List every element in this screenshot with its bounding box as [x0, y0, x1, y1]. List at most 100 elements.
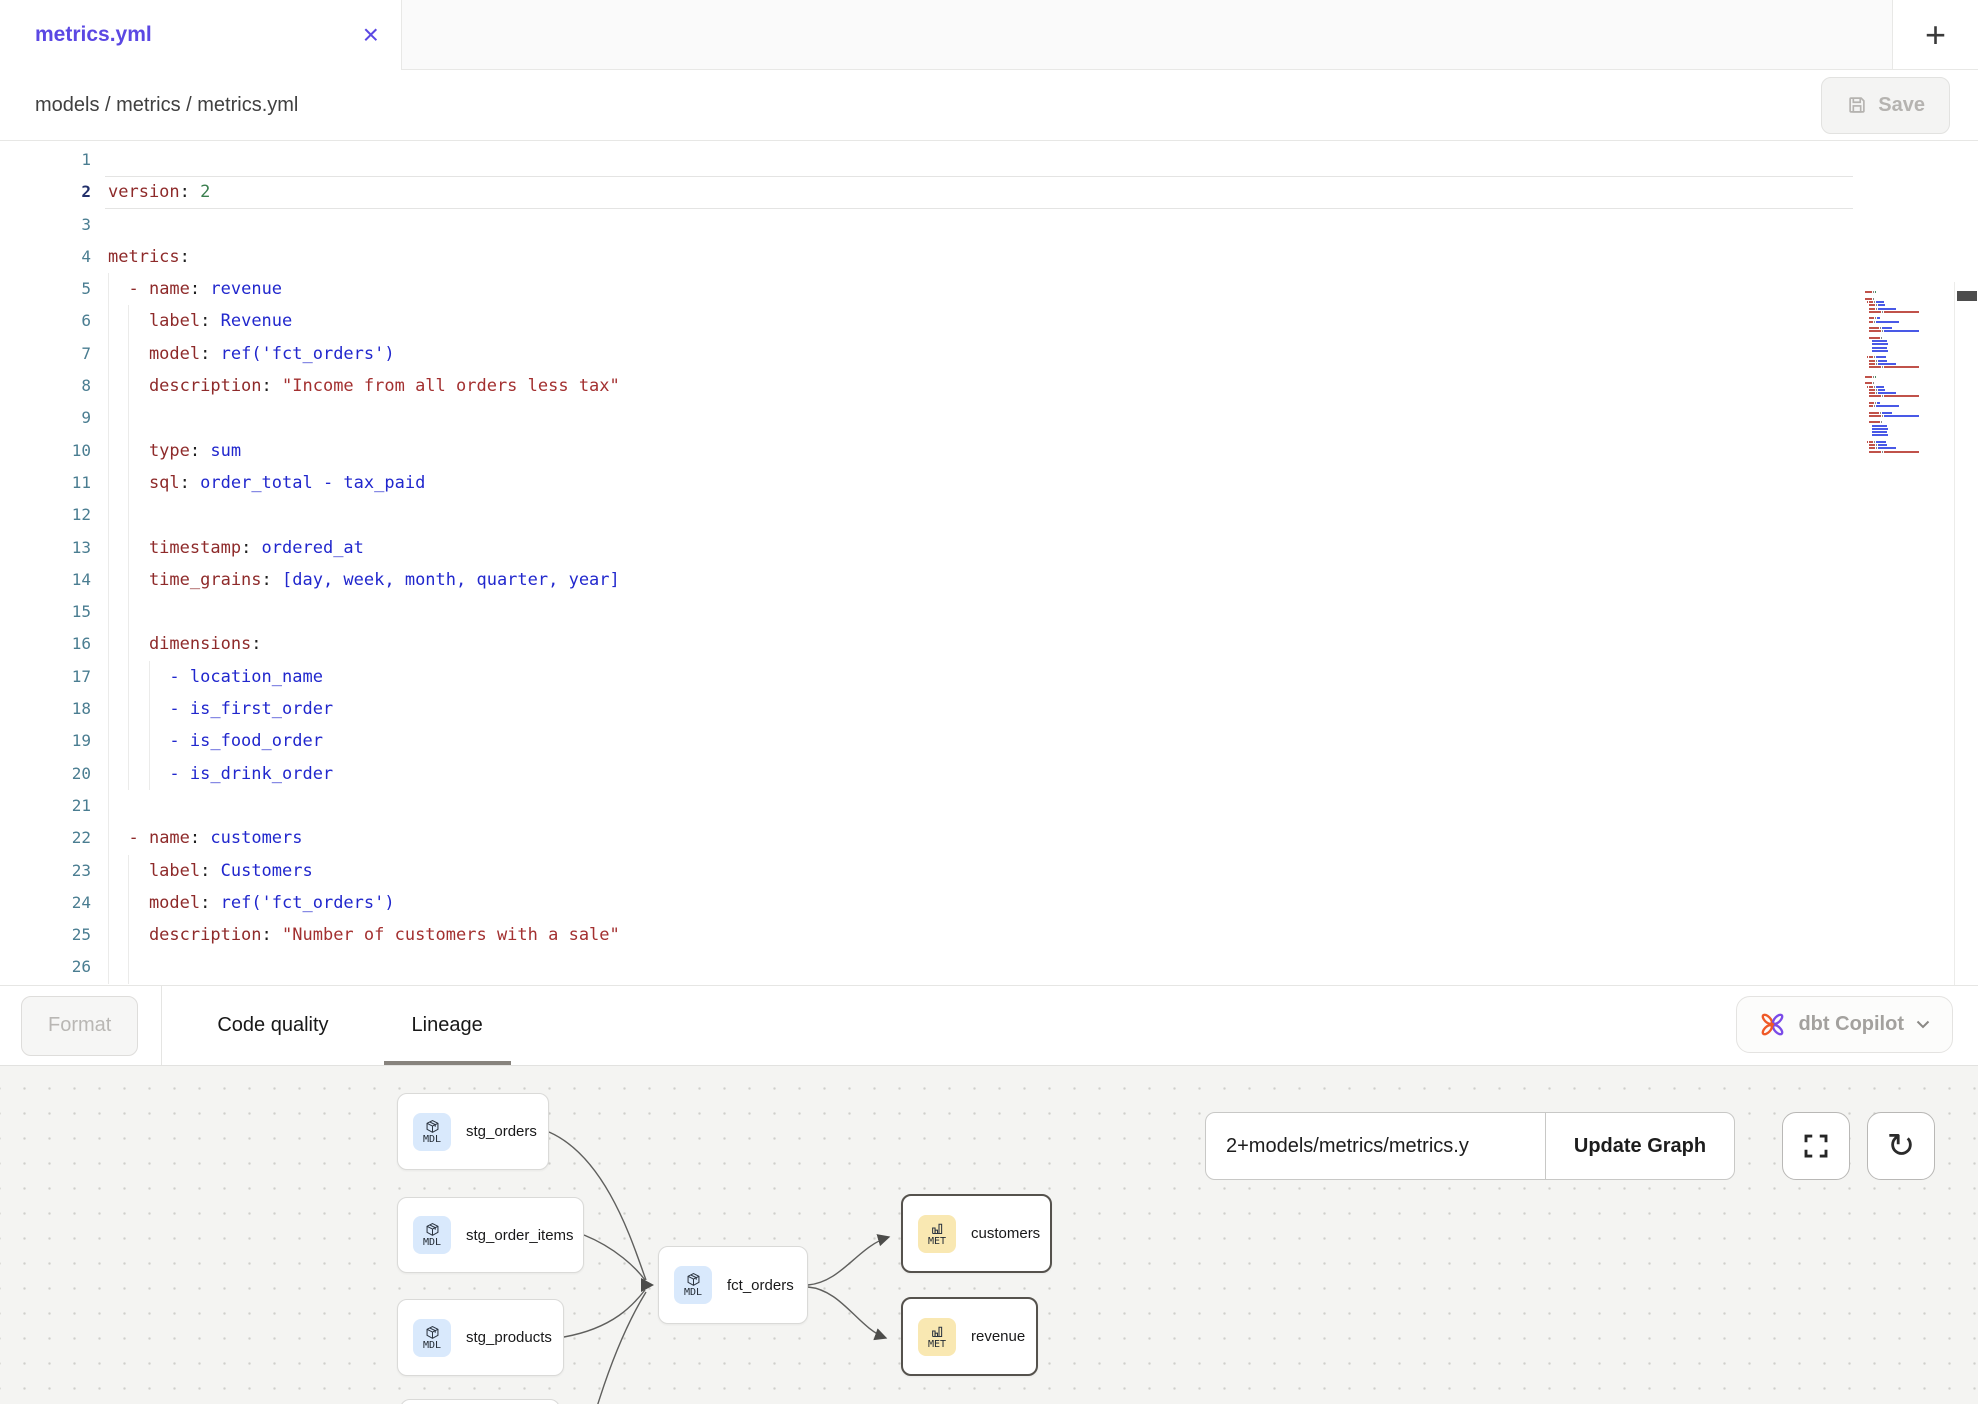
indent-guide — [108, 370, 128, 402]
line-number: 26 — [0, 951, 105, 983]
tab-title: metrics.yml — [35, 23, 363, 47]
code-line-23[interactable]: 23label: Customers — [0, 855, 1978, 887]
line-number: 8 — [0, 370, 105, 402]
code-line-21[interactable]: 21 — [0, 790, 1978, 822]
line-number: 17 — [0, 661, 105, 693]
code-line-3[interactable]: 3 — [0, 209, 1978, 241]
indent-guide — [149, 661, 169, 693]
tab-code-quality[interactable]: Code quality — [189, 986, 356, 1065]
lineage-node-partial_node[interactable]: MDL — [400, 1399, 560, 1404]
indent-guide — [128, 499, 148, 531]
code-line-26[interactable]: 26 — [0, 951, 1978, 983]
indent-guide — [108, 822, 128, 854]
lineage-canvas[interactable]: MDLstg_ordersMDLstg_order_itemsMDLstg_pr… — [0, 1066, 1978, 1404]
indent-guide — [149, 725, 169, 757]
save-label: Save — [1878, 94, 1925, 117]
line-content: time_grains: [day, week, month, quarter,… — [105, 564, 1853, 596]
code-line-13[interactable]: 13timestamp: ordered_at — [0, 532, 1978, 564]
code-line-17[interactable]: 17- location_name — [0, 661, 1978, 693]
indent-guide — [108, 758, 128, 790]
refresh-button[interactable]: ↻ — [1867, 1112, 1935, 1180]
indent-guide — [128, 725, 148, 757]
line-number: 24 — [0, 887, 105, 919]
line-number: 11 — [0, 467, 105, 499]
lineage-node-stg_products[interactable]: MDLstg_products — [397, 1299, 564, 1376]
line-content: - is_food_order — [105, 725, 1853, 757]
dbt-copilot-icon — [1759, 1011, 1786, 1038]
lineage-node-customers[interactable]: METcustomers — [901, 1194, 1052, 1273]
code-line-18[interactable]: 18- is_first_order — [0, 693, 1978, 725]
code-line-22[interactable]: 22- name: customers — [0, 822, 1978, 854]
editor-scrollbar[interactable] — [1954, 282, 1978, 985]
model-cube-icon: MDL — [413, 1113, 451, 1151]
line-content — [105, 144, 1853, 176]
update-graph-button[interactable]: Update Graph — [1546, 1113, 1734, 1179]
close-tab-icon[interactable]: × — [363, 21, 379, 49]
indent-guide — [128, 435, 148, 467]
line-content: - is_first_order — [105, 693, 1853, 725]
code-line-8[interactable]: 8description: "Income from all orders le… — [0, 370, 1978, 402]
code-line-12[interactable]: 12 — [0, 499, 1978, 531]
indent-guide — [108, 273, 128, 305]
line-content — [105, 209, 1853, 241]
model-cube-icon: MDL — [413, 1216, 451, 1254]
code-line-7[interactable]: 7model: ref('fct_orders') — [0, 338, 1978, 370]
line-number: 22 — [0, 822, 105, 854]
code-line-15[interactable]: 15 — [0, 596, 1978, 628]
indent-guide — [128, 661, 148, 693]
lineage-selector-input[interactable]: 2+models/metrics/metrics.y — [1206, 1113, 1545, 1179]
code-line-1[interactable]: 1 — [0, 144, 1978, 176]
code-editor[interactable]: 12version: 234metrics:5- name: revenue6l… — [0, 141, 1978, 985]
indent-guide — [108, 919, 128, 951]
indent-guide — [108, 596, 128, 628]
code-line-20[interactable]: 20- is_drink_order — [0, 758, 1978, 790]
code-line-19[interactable]: 19- is_food_order — [0, 725, 1978, 757]
lineage-node-fct_orders[interactable]: MDLfct_orders — [658, 1246, 808, 1324]
model-cube-icon: MDL — [674, 1266, 712, 1304]
line-content: model: ref('fct_orders') — [105, 887, 1853, 919]
fullscreen-button[interactable] — [1782, 1112, 1850, 1180]
node-label: stg_products — [466, 1329, 552, 1346]
format-button[interactable]: Format — [21, 996, 138, 1056]
indent-guide — [108, 499, 128, 531]
line-content: label: Customers — [105, 855, 1853, 887]
dbt-copilot-button[interactable]: dbt Copilot — [1736, 996, 1953, 1053]
line-number: 20 — [0, 758, 105, 790]
indent-guide — [149, 693, 169, 725]
code-line-4[interactable]: 4metrics: — [0, 241, 1978, 273]
converge-arrowhead — [641, 1278, 654, 1292]
code-line-11[interactable]: 11sql: order_total - tax_paid — [0, 467, 1978, 499]
line-number: 12 — [0, 499, 105, 531]
code-line-24[interactable]: 24model: ref('fct_orders') — [0, 887, 1978, 919]
code-line-5[interactable]: 5- name: revenue — [0, 273, 1978, 305]
code-line-14[interactable]: 14time_grains: [day, week, month, quarte… — [0, 564, 1978, 596]
code-line-2[interactable]: 2version: 2 — [0, 176, 1978, 208]
code-line-10[interactable]: 10type: sum — [0, 435, 1978, 467]
indent-guide — [108, 564, 128, 596]
indent-guide — [108, 887, 128, 919]
code-line-16[interactable]: 16dimensions: — [0, 628, 1978, 660]
line-content — [105, 790, 1853, 822]
minimap[interactable] — [1865, 288, 1953, 457]
code-line-25[interactable]: 25description: "Number of customers with… — [0, 919, 1978, 951]
indent-guide — [108, 338, 128, 370]
indent-guide — [108, 693, 128, 725]
line-number: 6 — [0, 305, 105, 337]
lineage-node-revenue[interactable]: METrevenue — [901, 1297, 1038, 1376]
new-tab-button[interactable]: + — [1892, 0, 1978, 70]
scrollbar-thumb[interactable] — [1957, 291, 1977, 301]
code-rows: 12version: 234metrics:5- name: revenue6l… — [0, 144, 1978, 984]
lineage-node-stg_order_items[interactable]: MDLstg_order_items — [397, 1197, 584, 1273]
metric-chart-icon: MET — [918, 1215, 956, 1253]
code-line-6[interactable]: 6label: Revenue — [0, 305, 1978, 337]
code-line-9[interactable]: 9 — [0, 402, 1978, 434]
metric-chart-icon: MET — [918, 1318, 956, 1356]
lineage-node-stg_orders[interactable]: MDLstg_orders — [397, 1093, 549, 1170]
tab-strip-empty — [402, 0, 1892, 70]
tab-lineage[interactable]: Lineage — [384, 986, 511, 1065]
tab-metrics-yml[interactable]: metrics.yml × — [0, 0, 402, 70]
save-button[interactable]: Save — [1821, 77, 1950, 134]
indent-guide — [108, 661, 128, 693]
indent-guide — [128, 596, 148, 628]
line-number: 21 — [0, 790, 105, 822]
